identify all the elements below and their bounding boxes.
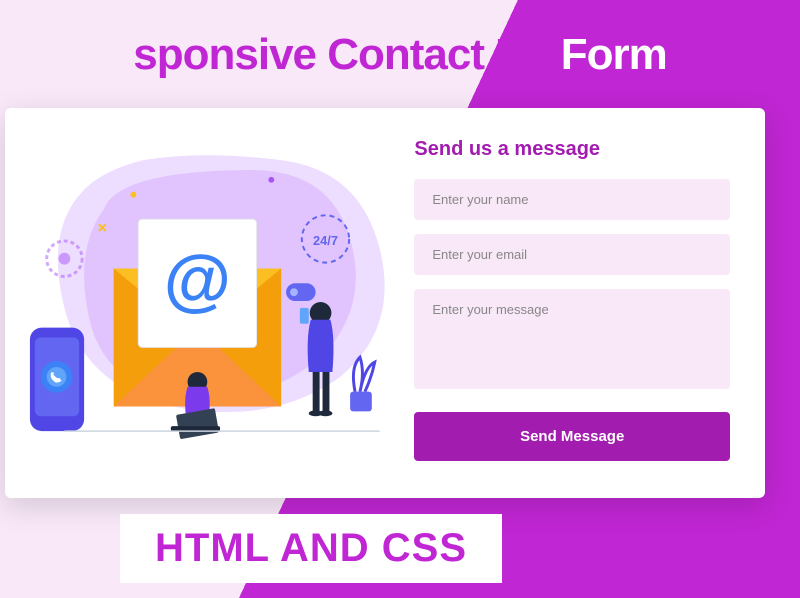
contact-card: 24/7 @ <box>5 108 765 498</box>
message-textarea[interactable] <box>414 289 730 389</box>
contact-form: Send us a message Send Message <box>399 128 745 478</box>
page-title: sponsive Contact Us Form <box>0 30 800 80</box>
title-part-2: Form <box>561 30 667 79</box>
email-input[interactable] <box>414 234 730 275</box>
form-heading: Send us a message <box>414 138 730 161</box>
envelope-illustration-icon: 24/7 @ <box>25 128 399 478</box>
svg-text:@: @ <box>164 241 231 318</box>
svg-text:24/7: 24/7 <box>313 233 338 248</box>
footer-text: HTML AND CSS <box>155 526 467 570</box>
contact-illustration: 24/7 @ <box>25 128 399 478</box>
send-message-button[interactable]: Send Message <box>414 412 730 461</box>
title-part-1: sponsive Contact Us <box>133 30 549 79</box>
name-input[interactable] <box>414 179 730 220</box>
footer-banner: HTML AND CSS <box>120 514 502 583</box>
